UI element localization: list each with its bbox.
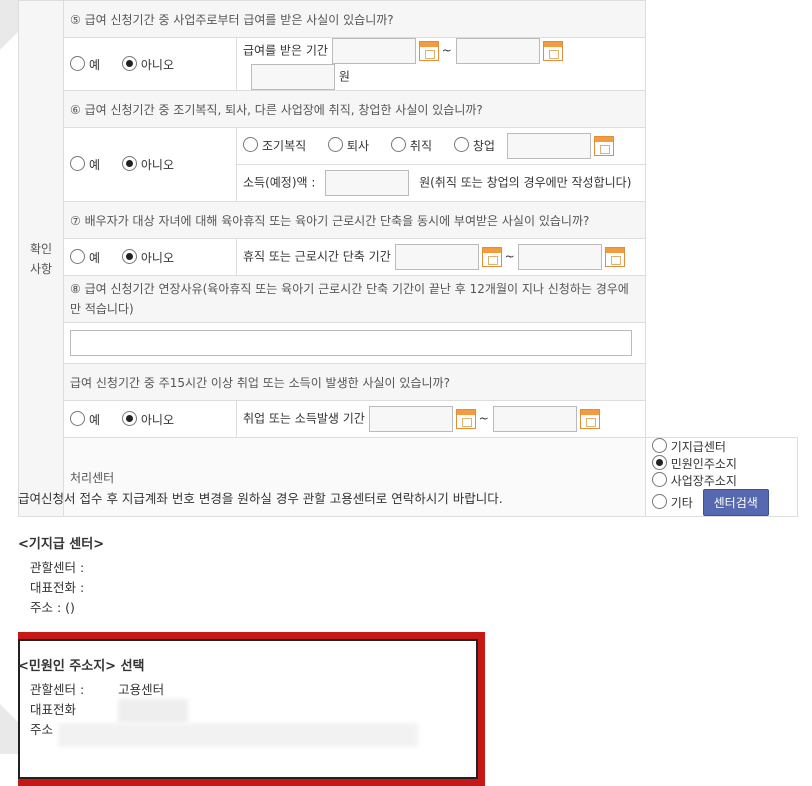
q9-period-label: 취업 또는 소득발생 기간 (243, 411, 365, 426)
redaction-blur (58, 723, 418, 747)
q5-yes-radio[interactable] (70, 55, 85, 71)
radio[interactable] (453, 136, 469, 152)
q6-no-option[interactable]: 아니오 (121, 156, 174, 173)
q7-end-date-input[interactable] (518, 244, 603, 270)
radio[interactable] (651, 472, 667, 487)
q6-question: ⑥ 급여 신청기간 중 조기복직, 퇴사, 다른 사업장에 취직, 창업한 사실… (63, 90, 646, 128)
calendar-icon[interactable] (605, 247, 626, 267)
q9-yes-option[interactable]: 예 (70, 410, 100, 428)
q9-yes-radio[interactable] (70, 410, 85, 426)
calendar-icon[interactable] (542, 41, 563, 61)
redaction-blur (118, 699, 188, 723)
q6-income-label: 소득(예정)액 : (243, 175, 316, 190)
q6-income-cell: 소득(예정)액 : 원(취직 또는 창업의 경우에만 작성합니다) (236, 164, 646, 202)
q7-question: ⑦ 배우자가 대상 자녀에 대해 육아휴직 또는 육아기 근로시간 단축을 동시… (63, 201, 646, 239)
calendar-icon[interactable] (455, 409, 476, 429)
q9-question: 급여 신청기간 중 주15시간 이상 취업 또는 소득이 발생한 사실이 있습니… (63, 363, 646, 401)
q5-no-radio[interactable] (121, 55, 137, 71)
q9-period-cell: 취업 또는 소득발생 기간 ~ (236, 400, 646, 438)
q5-end-date-input[interactable] (455, 38, 540, 64)
notes-section: 급여신청서 접수 후 지급계좌 번호 변경을 원하실 경우 관할 고용센터로 연… (18, 488, 798, 618)
applicant-address-title: <민원인 주소지> 선택 (18, 659, 145, 674)
q7-no-radio[interactable] (121, 248, 137, 264)
q7-no-option[interactable]: 아니오 (121, 248, 174, 266)
q9-end-date-input[interactable] (492, 406, 577, 432)
previous-center-line: 주소 : () (30, 600, 75, 615)
calendar-icon[interactable] (579, 409, 600, 429)
q6-options-cell: 조기복직 퇴사 취직 창업 (236, 127, 646, 165)
applicant-phone-label: 대표전화 (30, 702, 77, 717)
q9-no-radio[interactable] (121, 410, 137, 426)
q5-question: ⑤ 급여 신청기간 중 사업주로부터 급여를 받은 사실이 있습니까? (63, 0, 646, 38)
radio[interactable] (390, 136, 406, 152)
form-page: 확인사항 ⑤ 급여 신청기간 중 사업주로부터 급여를 받은 사실이 있습니까?… (18, 0, 812, 786)
applicant-center-line: 관할센터 : 고용센터 (30, 680, 478, 700)
side-label: 확인사항 (29, 241, 53, 276)
account-change-notice: 급여신청서 접수 후 지급계좌 번호 변경을 원하실 경우 관할 고용센터로 연… (18, 491, 503, 506)
q8-input-cell (63, 322, 646, 364)
q7-yes-radio[interactable] (70, 248, 85, 264)
center-option-applicant-address[interactable]: 민원인주소지 (651, 455, 737, 472)
q5-yes-option[interactable]: 예 (70, 55, 100, 73)
q7-yes-option[interactable]: 예 (70, 248, 100, 266)
applicant-center-value: 고용센터 (118, 682, 165, 697)
q6-option-employed[interactable]: 취직 (390, 136, 432, 154)
q6-income-input[interactable] (325, 170, 410, 196)
confirmation-table: 확인사항 ⑤ 급여 신청기간 중 사업주로부터 급여를 받은 사실이 있습니까?… (18, 0, 799, 517)
calendar-icon[interactable] (481, 247, 502, 267)
previous-center-title: <기지급 센터> (18, 537, 105, 552)
q5-start-date-input[interactable] (331, 38, 416, 64)
q5-unit: 원 (338, 69, 350, 84)
radio[interactable] (328, 136, 343, 152)
radio[interactable] (243, 136, 258, 152)
q6-option-resign[interactable]: 퇴사 (328, 136, 369, 154)
previous-center-line: 관할센터 : (30, 560, 85, 575)
radio[interactable] (651, 455, 667, 470)
applicant-center-label: 관할센터 : (30, 682, 85, 697)
q7-period-cell: 휴직 또는 근로시간 단축 기간 ~ (236, 238, 646, 276)
q9-radio-cell: 예 아니오 (63, 400, 237, 438)
q5-radio-cell: 예 아니오 (63, 37, 237, 91)
q6-option-early-return[interactable]: 조기복직 (243, 136, 306, 154)
previous-center-line: 대표전화 : (30, 580, 85, 595)
q7-start-date-input[interactable] (394, 244, 479, 270)
q8-reason-input[interactable] (70, 330, 632, 356)
q7-radio-cell: 예 아니오 (63, 238, 237, 276)
center-option-workplace-address[interactable]: 사업장주소지 (651, 472, 737, 489)
q6-yes-radio[interactable] (70, 156, 85, 171)
q9-start-date-input[interactable] (368, 406, 453, 432)
q6-date-input[interactable] (506, 133, 591, 159)
q5-amount-input[interactable] (251, 64, 335, 90)
q7-period-label: 휴직 또는 근로시간 단축 기간 (243, 249, 391, 264)
side-label-cell: 확인사항 (18, 0, 64, 517)
radio[interactable] (651, 438, 667, 453)
q6-yes-option[interactable]: 예 (70, 156, 100, 173)
applicant-address-highlight: <민원인 주소지> 선택 관할센터 : 고용센터 대표전화 주소 (18, 632, 485, 786)
q6-radio-cell: 예 아니오 (63, 127, 237, 202)
q8-question: ⑧ 급여 신청기간 연장사유(육아휴직 또는 육아기 근로시간 단축 기간이 끝… (63, 275, 646, 323)
calendar-icon[interactable] (418, 41, 439, 61)
q9-no-option[interactable]: 아니오 (121, 410, 174, 428)
q6-income-note: 원(취직 또는 창업의 경우에만 작성합니다) (419, 175, 632, 190)
q5-period-cell: 급여를 받은 기간 ~ 원 (236, 37, 646, 91)
center-option-previous[interactable]: 기지급센터 (651, 438, 726, 455)
q6-no-radio[interactable] (121, 156, 137, 171)
calendar-icon[interactable] (593, 136, 614, 156)
q5-no-option[interactable]: 아니오 (121, 55, 174, 73)
q6-option-startup[interactable]: 창업 (453, 136, 495, 154)
q5-period-label: 급여를 받은 기간 (243, 43, 328, 58)
